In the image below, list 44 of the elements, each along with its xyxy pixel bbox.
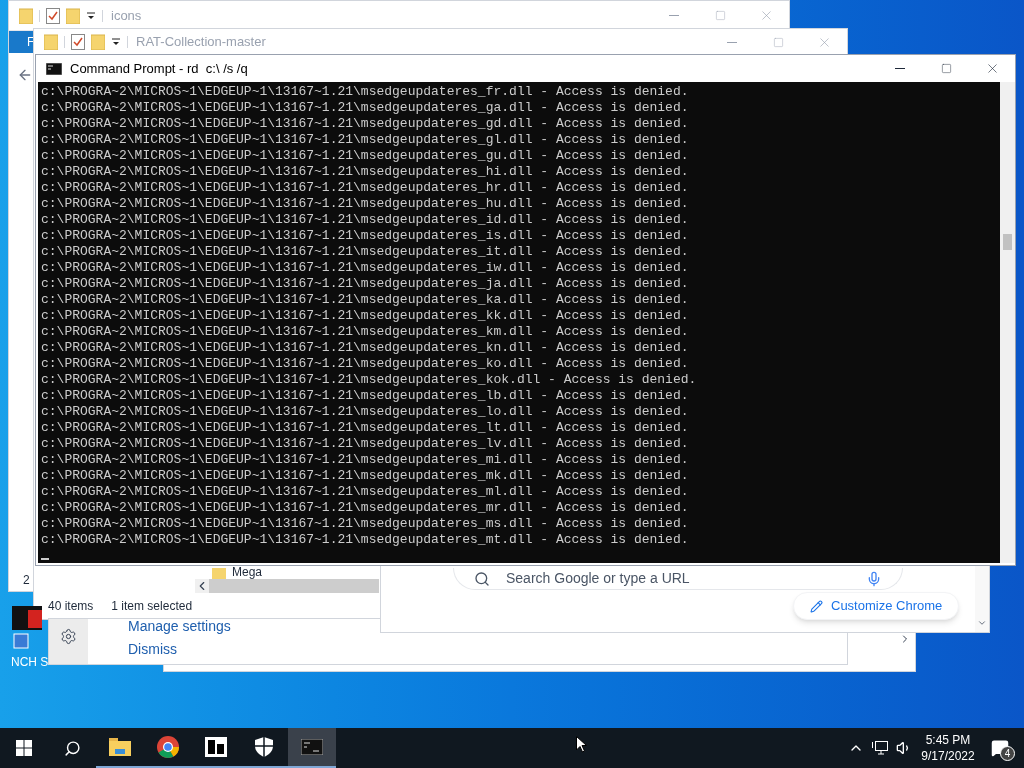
window-title: RAT-Collection-master <box>136 33 266 52</box>
console-line: c:\PROGRA~2\MICROS~1\EDGEUP~1\13167~1.21\msedgeupdateres_gl.dll - Access is denied. <box>41 132 690 148</box>
notification-link[interactable]: Manage settings <box>128 619 231 634</box>
window-title: icons <box>111 6 142 25</box>
notification-link[interactable]: Dismiss <box>128 642 231 657</box>
console-line: c:\PROGRA~2\MICROS~1\EDGEUP~1\13167~1.21\msedgeupdateres_mk.dll - Access is denied. <box>41 468 690 484</box>
search-placeholder: Search Google or type a URL <box>506 569 691 588</box>
console-line: c:\PROGRA~2\MICROS~1\EDGEUP~1\13167~1.21\msedgeupdateres_kok.dll - Access is denied. <box>41 372 698 388</box>
console-line: c:\PROGRA~2\MICROS~1\EDGEUP~1\13167~1.21\msedgeupdateres_lt.dll - Access is denied. <box>41 420 690 436</box>
clock-time[interactable]: 5:45 PM <box>925 732 971 748</box>
console-line: c:\PROGRA~2\MICROS~1\EDGEUP~1\13167~1.21\msedgeupdateres_gd.dll - Access is denied. <box>41 116 690 132</box>
search-field[interactable]: Search Google or type a URL <box>453 568 903 590</box>
notification-badge: 4 <box>1000 746 1015 761</box>
console-line: c:\PROGRA~2\MICROS~1\EDGEUP~1\13167~1.21\msedgeupdateres_mi.dll - Access is denied. <box>41 452 690 468</box>
selection-status: 1 item selected <box>111 598 193 615</box>
console-line: c:\PROGRA~2\MICROS~1\EDGEUP~1\13167~1.21\msedgeupdateres_lb.dll - Access is denied. <box>41 388 690 404</box>
console-line: c:\PROGRA~2\MICROS~1\EDGEUP~1\13167~1.21\msedgeupdateres_ga.dll - Access is denied. <box>41 100 690 116</box>
console-line: c:\PROGRA~2\MICROS~1\EDGEUP~1\13167~1.21\msedgeupdateres_it.dll - Access is denied. <box>41 244 690 260</box>
console-line: c:\PROGRA~2\MICROS~1\EDGEUP~1\13167~1.21\msedgeupdateres_ml.dll - Access is denied. <box>41 484 690 500</box>
console-line: c:\PROGRA~2\MICROS~1\EDGEUP~1\13167~1.21\msedgeupdateres_ja.dll - Access is denied. <box>41 276 690 292</box>
console-line: c:\PROGRA~2\MICROS~1\EDGEUP~1\13167~1.21\msedgeupdateres_id.dll - Access is denied. <box>41 212 690 228</box>
status-text: 2 <box>23 572 30 589</box>
item-count: 40 items <box>48 598 94 615</box>
console-line: c:\PROGRA~2\MICROS~1\EDGEUP~1\13167~1.21\msedgeupdateres_ka.dll - Access is denied. <box>41 292 690 308</box>
console-line: c:\PROGRA~2\MICROS~1\EDGEUP~1\13167~1.21\msedgeupdateres_lo.dll - Access is denied. <box>41 404 690 420</box>
console-line: c:\PROGRA~2\MICROS~1\EDGEUP~1\13167~1.21\msedgeupdateres_hr.dll - Access is denied. <box>41 180 690 196</box>
console-line: c:\PROGRA~2\MICROS~1\EDGEUP~1\13167~1.21\msedgeupdateres_is.dll - Access is denied. <box>41 228 690 244</box>
console-line: c:\PROGRA~2\MICROS~1\EDGEUP~1\13167~1.21\msedgeupdateres_lv.dll - Access is denied. <box>41 436 690 452</box>
folder-name[interactable]: Mega <box>232 566 263 579</box>
clock-date[interactable]: 9/17/2022 <box>921 748 975 764</box>
console-line: c:\PROGRA~2\MICROS~1\EDGEUP~1\13167~1.21\msedgeupdateres_gu.dll - Access is denied. <box>41 148 690 164</box>
window-title: Command Prompt - rd c:\ /s /q <box>70 59 248 78</box>
console-line: c:\PROGRA~2\MICROS~1\EDGEUP~1\13167~1.21\msedgeupdateres_ms.dll - Access is denied. <box>41 516 690 532</box>
console-line: c:\PROGRA~2\MICROS~1\EDGEUP~1\13167~1.21\msedgeupdateres_iw.dll - Access is denied. <box>41 260 690 276</box>
console-line: c:\PROGRA~2\MICROS~1\EDGEUP~1\13167~1.21\msedgeupdateres_km.dll - Access is denied. <box>41 324 690 340</box>
console-line: c:\PROGRA~2\MICROS~1\EDGEUP~1\13167~1.21\msedgeupdateres_ko.dll - Access is denied. <box>41 356 690 372</box>
customize-button[interactable]: Customize Chrome <box>793 592 960 620</box>
console-line: c:\PROGRA~2\MICROS~1\EDGEUP~1\13167~1.21\msedgeupdateres_hi.dll - Access is denied. <box>41 164 690 180</box>
console-line: c:\PROGRA~2\MICROS~1\EDGEUP~1\13167~1.21\msedgeupdateres_kk.dll - Access is denied. <box>41 308 690 324</box>
console-line: c:\PROGRA~2\MICROS~1\EDGEUP~1\13167~1.21\msedgeupdateres_kn.dll - Access is denied. <box>41 340 690 356</box>
console-line: c:\PROGRA~2\MICROS~1\EDGEUP~1\13167~1.21\msedgeupdateres_mr.dll - Access is denied. <box>41 500 690 516</box>
console-line: c:\PROGRA~2\MICROS~1\EDGEUP~1\13167~1.21\msedgeupdateres_hu.dll - Access is denied. <box>41 196 690 212</box>
console-line: c:\PROGRA~2\MICROS~1\EDGEUP~1\13167~1.21\msedgeupdateres_fr.dll - Access is denied. <box>41 84 690 100</box>
console-line: c:\PROGRA~2\MICROS~1\EDGEUP~1\13167~1.21\msedgeupdateres_mt.dll - Access is denied. <box>41 532 690 548</box>
